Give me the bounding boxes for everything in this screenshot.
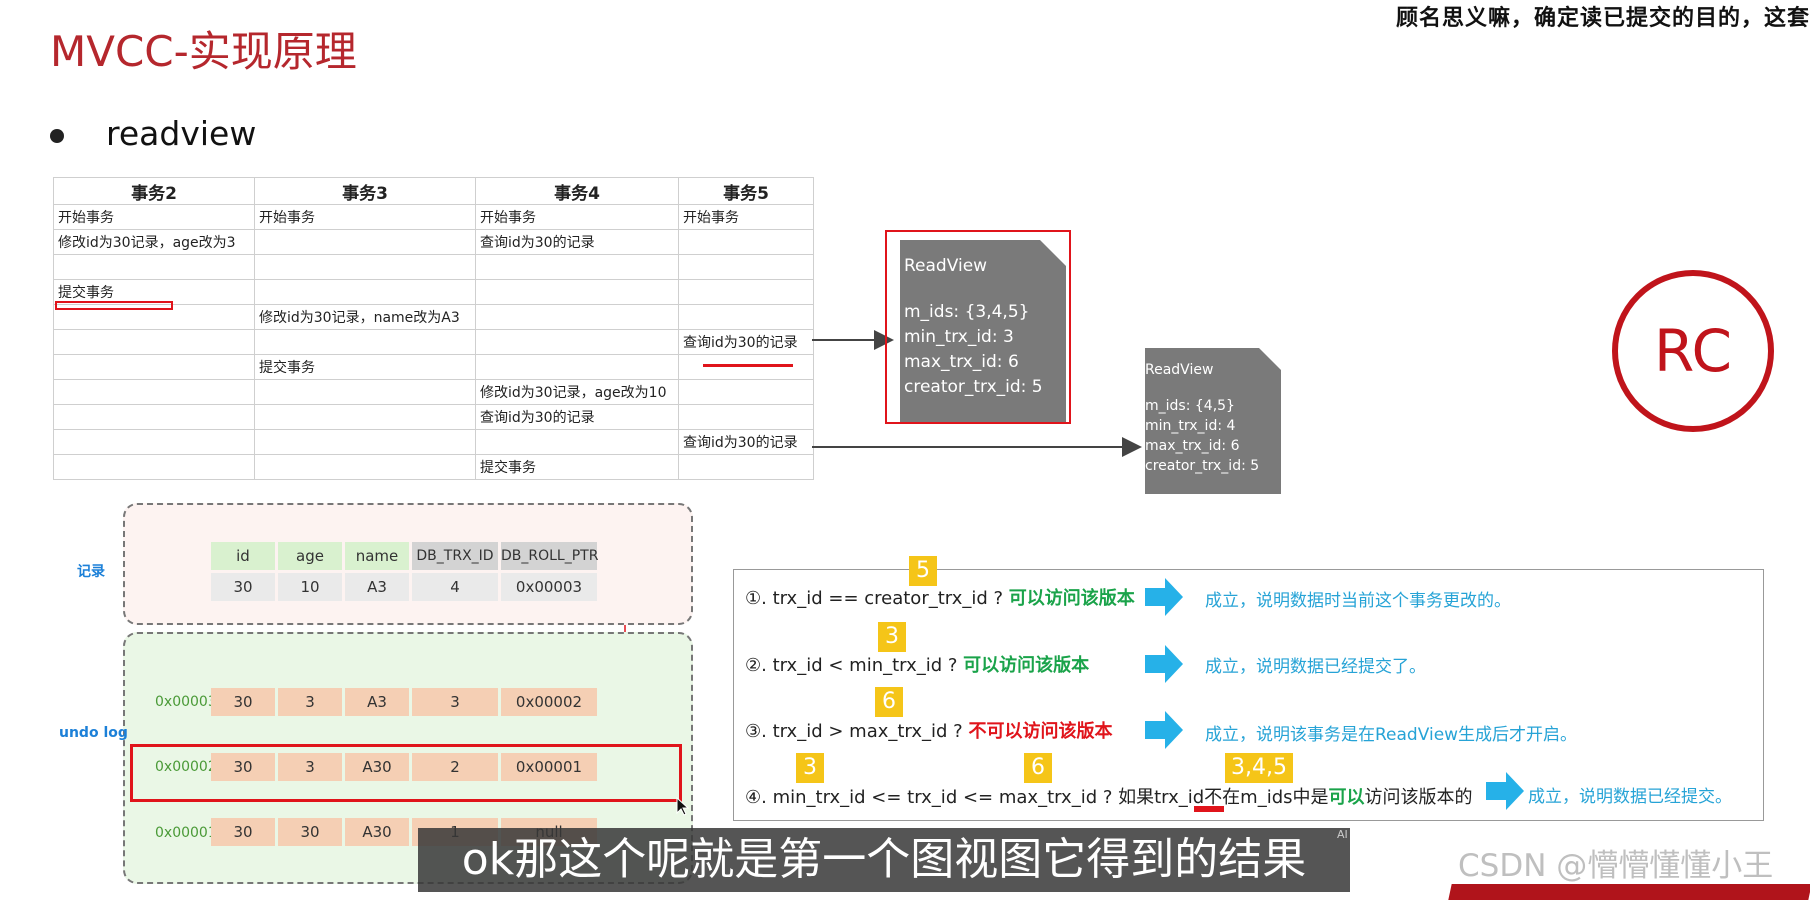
mouse-cursor-icon: [676, 797, 690, 816]
rule1-verdict: 可以访问该版本: [1008, 588, 1135, 609]
readview2-min-trx-id: min_trx_id: 4: [1145, 418, 1236, 434]
rule3-result: 成立，说明该事务是在ReadView生成后才开启。: [1205, 725, 1578, 745]
rc-badge: RC: [1612, 270, 1774, 432]
record-value-id: 30: [211, 573, 275, 601]
undo-row2-address: 0x00002: [155, 759, 217, 775]
rule2-text: ②. trx_id < min_trx_id ?: [745, 655, 958, 676]
rule4-text-b: m_ids中是: [1240, 787, 1329, 808]
record-value-db-roll-ptr: 0x00003: [501, 573, 597, 601]
record-value-db-trx-id: 4: [412, 573, 498, 601]
rule4-text-a: ④. min_trx_id <= trx_id <= max_trx_id ? …: [745, 787, 1205, 808]
record-label: 记录: [77, 564, 105, 580]
rule3-arrow-icon: [1145, 711, 1183, 749]
video-subtitle: ok那这个呢就是第一个图视图它得到的结果: [418, 828, 1350, 892]
rule4-not-in: 不在: [1204, 787, 1241, 808]
rule3-text: ③. trx_id > max_trx_id ?: [745, 721, 963, 742]
undo-row1-db-roll-ptr: 0x00002: [501, 688, 597, 716]
rule1-arrow-icon: [1145, 578, 1183, 616]
undo-row3-age: 30: [278, 818, 342, 846]
readview2-max-trx-id: max_trx_id: 6: [1145, 438, 1240, 454]
readview1-highlight-box: [885, 230, 1071, 424]
rule4-tag-min: 3: [796, 753, 824, 783]
undo-row2-id: 30: [211, 753, 275, 781]
rule1-text: ①. trx_id == creator_trx_id ?: [745, 588, 1004, 609]
undo-row3-id: 30: [211, 818, 275, 846]
rule4-not-in-underline: [1194, 806, 1224, 812]
readview2-m-ids: m_ids: {4,5}: [1145, 398, 1235, 414]
rule4-condition: ④. min_trx_id <= trx_id <= max_trx_id ? …: [745, 783, 1473, 809]
rule4-arrow-icon: [1486, 772, 1524, 810]
csdn-watermark: CSDN @懵懵懂懂小王: [1458, 848, 1774, 884]
rule4-result: 成立，说明数据已经提交。: [1528, 787, 1732, 807]
record-header-age: age: [278, 542, 342, 570]
record-value-age: 10: [278, 573, 342, 601]
undo-row3-name: A30: [345, 818, 409, 846]
record-header-name: name: [345, 542, 409, 570]
rule1-condition: ①. trx_id == creator_trx_id ? 可以访问该版本: [745, 584, 1135, 610]
undo-row3-address: 0x00001: [155, 825, 217, 841]
rule3-verdict: 不可以访问该版本: [968, 721, 1113, 742]
rule2-result: 成立，说明数据已经提交了。: [1205, 657, 1426, 677]
undo-row2-db-roll-ptr: 0x00001: [501, 753, 597, 781]
undo-row2-name: A30: [345, 753, 409, 781]
record-header-db-roll-ptr: DB_ROLL_PTR: [501, 542, 598, 570]
rule2-arrow-icon: [1145, 645, 1183, 683]
readview-card-2: ReadView m_ids: {4,5} min_trx_id: 4 max_…: [1145, 348, 1281, 494]
undo-row2-age: 3: [278, 753, 342, 781]
rule1-tag: 5: [909, 556, 937, 586]
rc-label: RC: [1654, 317, 1732, 385]
footer-red-banner: [1448, 884, 1810, 900]
rule3-condition: ③. trx_id > max_trx_id ? 不可以访问该版本: [745, 717, 1112, 743]
record-header-db-trx-id: DB_TRX_ID: [412, 542, 498, 570]
rule4-text-c: 访问该版本的: [1364, 787, 1473, 808]
rule2-verdict: 可以访问该版本: [963, 655, 1090, 676]
ai-mark: AI: [1337, 828, 1348, 841]
rule2-tag: 3: [878, 622, 906, 652]
rule4-tag-mids: 3,4,5: [1225, 753, 1293, 783]
rule3-tag: 6: [875, 687, 903, 717]
readview2-title: ReadView: [1145, 362, 1214, 378]
undo-row2-db-trx-id: 2: [412, 753, 498, 781]
undo-row1-id: 30: [211, 688, 275, 716]
undo-log-label: undo log: [59, 725, 128, 741]
undo-row1-db-trx-id: 3: [412, 688, 498, 716]
undo-row1-address: 0x00003: [155, 694, 217, 710]
undo-row1-name: A3: [345, 688, 409, 716]
undo-row1-age: 3: [278, 688, 342, 716]
readview2-creator-trx-id: creator_trx_id: 5: [1145, 458, 1260, 474]
rule2-condition: ②. trx_id < min_trx_id ? 可以访问该版本: [745, 651, 1089, 677]
record-header-id: id: [211, 542, 275, 570]
record-value-name: A3: [345, 573, 409, 601]
rule4-verdict: 可以: [1328, 787, 1365, 808]
rule1-result: 成立，说明数据时当前这个事务更改的。: [1205, 591, 1511, 611]
rule4-tag-max: 6: [1024, 753, 1052, 783]
